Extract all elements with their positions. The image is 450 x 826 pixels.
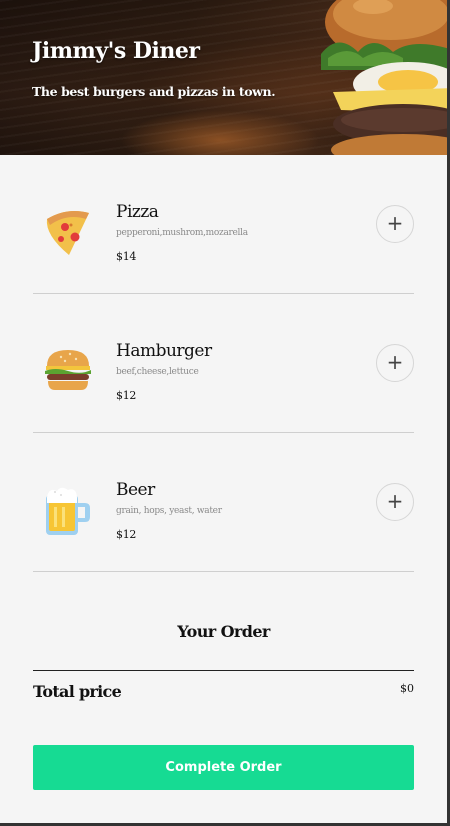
hamburger-icon [45, 350, 91, 390]
menu-item-hamburger: Hamburger beef,cheese,lettuce $12 + [33, 294, 414, 433]
total-price-label: Total price [33, 682, 122, 701]
hero-header: Jimmy's Diner The best burgers and pizza… [0, 0, 447, 155]
menu-item-pizza: Pizza pepperoni,mushrom,mozarella $14 + [33, 155, 414, 294]
menu-list: Pizza pepperoni,mushrom,mozarella $14 + … [33, 155, 414, 572]
restaurant-title: Jimmy's Diner [32, 38, 200, 64]
add-beer-button[interactable]: + [376, 483, 414, 521]
item-ingredients: grain, hops, yeast, water [116, 506, 222, 516]
menu-item-beer: Beer grain, hops, yeast, water $12 + [33, 433, 414, 572]
plus-icon: + [386, 350, 404, 374]
item-ingredients: beef,cheese,lettuce [116, 367, 199, 377]
item-name: Pizza [116, 202, 159, 222]
item-ingredients: pepperoni,mushrom,mozarella [116, 228, 248, 238]
plus-icon: + [386, 211, 404, 235]
restaurant-tagline: The best burgers and pizzas in town. [32, 84, 276, 99]
total-price-value: $0 [400, 682, 414, 695]
beer-icon [46, 487, 90, 535]
item-name: Beer [116, 480, 155, 500]
item-name: Hamburger [116, 341, 212, 361]
item-price: $12 [116, 389, 137, 402]
complete-order-button[interactable]: Complete Order [33, 745, 414, 790]
pizza-icon [46, 211, 89, 255]
add-pizza-button[interactable]: + [376, 205, 414, 243]
add-hamburger-button[interactable]: + [376, 344, 414, 382]
item-price: $12 [116, 528, 137, 541]
plus-icon: + [386, 489, 404, 513]
order-divider [33, 670, 414, 671]
item-price: $14 [116, 250, 137, 263]
order-title: Your Order [177, 622, 270, 641]
burger-photo [321, 0, 447, 155]
